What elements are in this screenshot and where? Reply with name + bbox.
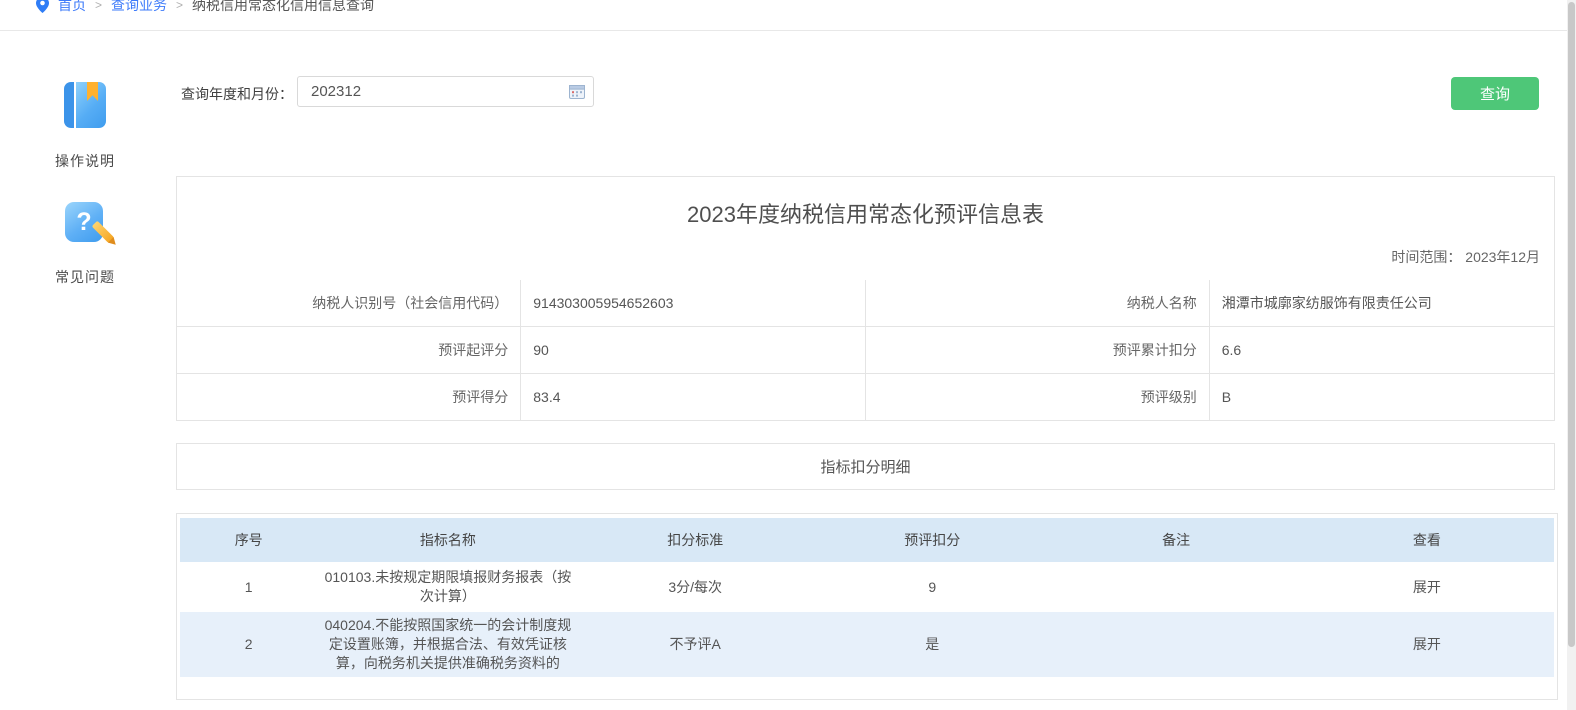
report-title: 2023年度纳税信用常态化预评信息表: [177, 197, 1554, 229]
col-header-pre-eval-deduction: 预评扣分: [812, 518, 1052, 562]
cell-remark: [1052, 612, 1299, 677]
cell-deduction-standard: 3分/每次: [578, 562, 812, 612]
col-header-view: 查看: [1300, 518, 1554, 562]
cell-pre-eval-deduction: 是: [812, 612, 1052, 677]
calendar-icon[interactable]: [569, 84, 585, 104]
location-pin-icon: [36, 0, 49, 13]
sidebar-item-faq[interactable]: ? 常见问题: [48, 200, 122, 287]
cell-deduction-standard: 不予评A: [578, 612, 812, 677]
faq-question-icon: ?: [65, 200, 105, 244]
table-row: 2 040204.不能按照国家统一的会计制度规定设置账簿，并根据合法、有效凭证核…: [180, 612, 1554, 677]
col-header-remark: 备注: [1052, 518, 1299, 562]
field-value: 90: [521, 327, 865, 374]
expand-link[interactable]: 展开: [1413, 635, 1441, 654]
field-label: 预评级别: [866, 374, 1210, 421]
deduction-detail-section-title: 指标扣分明细: [176, 443, 1555, 490]
breadcrumb-query-business-link[interactable]: 查询业务: [111, 0, 167, 15]
cell-pre-eval-deduction: 9: [812, 562, 1052, 612]
table-header-row: 序号 指标名称 扣分标准 预评扣分 备注 查看: [180, 518, 1554, 562]
field-label: 纳税人识别号（社会信用代码）: [177, 280, 521, 327]
manual-book-icon: [64, 82, 106, 128]
taxpayer-info-table: 纳税人识别号（社会信用代码） 914303005954652603 纳税人名称 …: [176, 280, 1555, 421]
time-range-value: 2023年12月: [1465, 249, 1540, 265]
breadcrumb-current-page: 纳税信用常态化信用信息查询: [192, 0, 374, 15]
time-range-label: 时间范围：: [1391, 249, 1461, 265]
field-value: 914303005954652603: [521, 280, 865, 327]
breadcrumb-separator: >: [95, 0, 102, 12]
query-period-input[interactable]: [298, 77, 593, 106]
cell-seq: 1: [180, 562, 317, 612]
field-label: 纳税人名称: [866, 280, 1210, 327]
field-value: B: [1210, 374, 1554, 421]
field-value: 83.4: [521, 374, 865, 421]
breadcrumb-home-link[interactable]: 首页: [58, 0, 86, 15]
col-header-deduction-standard: 扣分标准: [578, 518, 812, 562]
query-period-label: 查询年度和月份：: [181, 84, 293, 104]
vertical-scrollbar-thumb[interactable]: [1568, 2, 1575, 647]
query-button[interactable]: 查询: [1451, 77, 1539, 110]
expand-link[interactable]: 展开: [1413, 578, 1441, 597]
cell-indicator-name: 010103.未按规定期限填报财务报表（按次计算）: [317, 562, 578, 612]
breadcrumb-bar: 首页 > 查询业务 > 纳税信用常态化信用信息查询: [0, 0, 1576, 31]
report-title-box: 2023年度纳税信用常态化预评信息表 时间范围： 2023年12月: [176, 176, 1555, 281]
field-value: 6.6: [1210, 327, 1554, 374]
breadcrumb: 首页 > 查询业务 > 纳税信用常态化信用信息查询: [36, 0, 374, 17]
table-row: 1 010103.未按规定期限填报财务报表（按次计算） 3分/每次 9 展开: [180, 562, 1554, 612]
sidebar-item-manual[interactable]: 操作说明: [48, 82, 122, 171]
col-header-seq: 序号: [180, 518, 317, 562]
col-header-indicator-name: 指标名称: [317, 518, 578, 562]
page: 首页 > 查询业务 > 纳税信用常态化信用信息查询 操作说明 ? 常见问题 查询…: [0, 0, 1576, 710]
sidebar-item-label: 操作说明: [48, 151, 122, 171]
breadcrumb-separator: >: [176, 0, 183, 12]
field-value: 湘潭市城廓家纺服饰有限责任公司: [1210, 280, 1554, 327]
cell-seq: 2: [180, 612, 317, 677]
field-label: 预评得分: [177, 374, 521, 421]
query-period-field-wrap: [297, 76, 594, 107]
field-label: 预评累计扣分: [866, 327, 1210, 374]
time-range: 时间范围： 2023年12月: [1391, 247, 1540, 267]
sidebar-item-label: 常见问题: [48, 267, 122, 287]
deduction-detail-table: 序号 指标名称 扣分标准 预评扣分 备注 查看 1 010103.未按规定期限填…: [176, 513, 1558, 700]
cell-indicator-name: 040204.不能按照国家统一的会计制度规定设置账簿，并根据合法、有效凭证核算，…: [317, 612, 578, 677]
cell-remark: [1052, 562, 1299, 612]
vertical-scrollbar-track[interactable]: [1567, 0, 1576, 710]
field-label: 预评起评分: [177, 327, 521, 374]
